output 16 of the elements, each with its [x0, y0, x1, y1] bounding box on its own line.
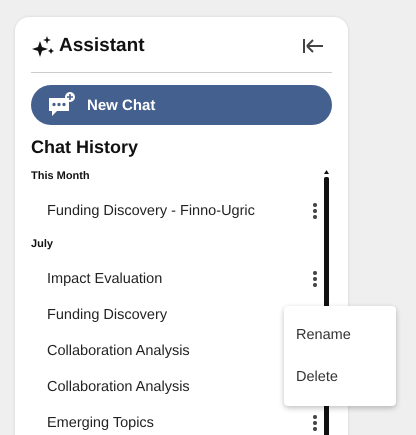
chat-history-item[interactable]: Collaboration Analysis — [47, 343, 190, 359]
sparkles-icon — [31, 35, 55, 57]
menu-item[interactable]: Rename — [284, 314, 396, 356]
chat-history-item[interactable]: Impact Evaluation — [47, 271, 162, 287]
chat-add-icon — [47, 91, 77, 119]
panel-title: Assistant — [59, 35, 145, 57]
group-label: July — [31, 238, 54, 250]
menu-item[interactable]: Delete — [284, 356, 396, 398]
chat-history-item[interactable]: Emerging Topics — [47, 415, 154, 431]
chat-history-item[interactable]: Collaboration Analysis — [47, 379, 190, 395]
group-label: This Month — [31, 170, 91, 182]
chat-history-item[interactable]: Funding Discovery - Finno-Ugric — [47, 203, 255, 219]
collapse-icon[interactable] — [302, 38, 324, 54]
chat-history-item[interactable]: Funding Discovery — [47, 307, 168, 323]
new-chat-button[interactable]: New Chat — [31, 85, 332, 125]
section-heading: Chat History — [31, 137, 140, 158]
